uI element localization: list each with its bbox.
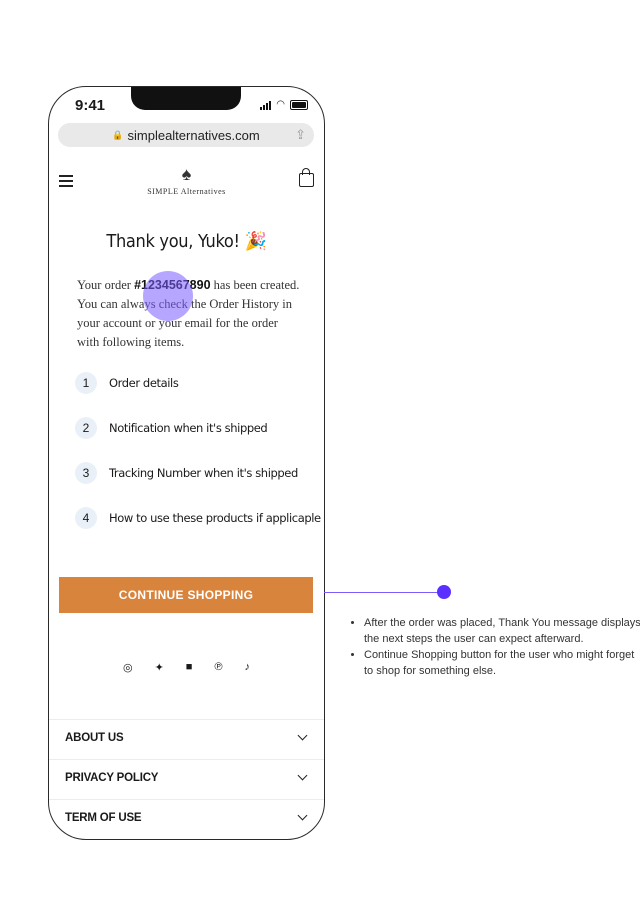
site-header: ♠ SIMPLE Alternatives xyxy=(49,165,324,205)
footer-about-us[interactable]: ABOUT US xyxy=(49,719,324,760)
chevron-down-icon xyxy=(297,810,308,821)
notch xyxy=(131,87,241,110)
instagram-icon[interactable]: ◎ xyxy=(123,661,133,674)
step-number: 4 xyxy=(75,507,97,529)
tiktok-icon[interactable]: ♪ xyxy=(245,661,251,674)
annotation-dot xyxy=(437,585,451,599)
step-label: How to use these products if applicaple xyxy=(109,511,321,525)
step-number: 3 xyxy=(75,462,97,484)
twitter-icon[interactable]: ✦ xyxy=(155,661,164,674)
footer-label: PRIVACY POLICY xyxy=(65,772,159,784)
annotation-note: After the order was placed, Thank You me… xyxy=(364,615,640,647)
footer-term-of-use[interactable]: TERM OF USE xyxy=(49,799,324,839)
annotation-notes: After the order was placed, Thank You me… xyxy=(350,615,640,679)
step-number: 1 xyxy=(75,372,97,394)
footer-label: TERM OF USE xyxy=(65,812,142,824)
logo[interactable]: ♠ SIMPLE Alternatives xyxy=(49,165,324,196)
footer-privacy-policy[interactable]: PRIVACY POLICY xyxy=(49,759,324,800)
phone-frame: 9:41 ◠ 🔒 simplealternatives.com ⇪ ♠ SIMP… xyxy=(48,86,325,840)
step-number: 2 xyxy=(75,417,97,439)
url-text: simplealternatives.com xyxy=(127,127,260,143)
logo-mark-icon: ♠ xyxy=(181,164,192,184)
facebook-icon[interactable]: ■ xyxy=(186,661,193,674)
shopping-bag-icon[interactable] xyxy=(299,168,314,187)
continue-shopping-button[interactable]: CONTINUE SHOPPING xyxy=(59,577,313,613)
chevron-down-icon xyxy=(297,730,308,741)
logo-text: SIMPLE Alternatives xyxy=(147,187,226,196)
social-links: ◎ ✦ ■ ℗ ♪ xyxy=(49,661,324,674)
step-label: Tracking Number when it's shipped xyxy=(109,466,298,480)
step-label: Order details xyxy=(109,376,179,390)
battery-icon xyxy=(290,99,308,110)
touch-indicator xyxy=(143,271,193,321)
step-label: Notification when it's shipped xyxy=(109,421,268,435)
status-icons: ◠ xyxy=(260,99,308,110)
pinterest-icon[interactable]: ℗ xyxy=(214,661,222,674)
url-bar[interactable]: 🔒 simplealternatives.com ⇪ xyxy=(58,123,314,147)
status-time: 9:41 xyxy=(75,97,106,114)
lock-icon: 🔒 xyxy=(112,129,124,140)
wifi-icon: ◠ xyxy=(276,99,285,110)
footer-label: ABOUT US xyxy=(65,732,124,744)
share-icon[interactable]: ⇪ xyxy=(295,127,306,143)
signal-icon xyxy=(260,100,272,110)
thank-you-heading: Thank you, Yuko! 🎉 xyxy=(106,231,267,252)
annotation-connector xyxy=(324,592,444,593)
chevron-down-icon xyxy=(297,770,308,781)
annotation-note: Continue Shopping button for the user wh… xyxy=(364,647,640,679)
